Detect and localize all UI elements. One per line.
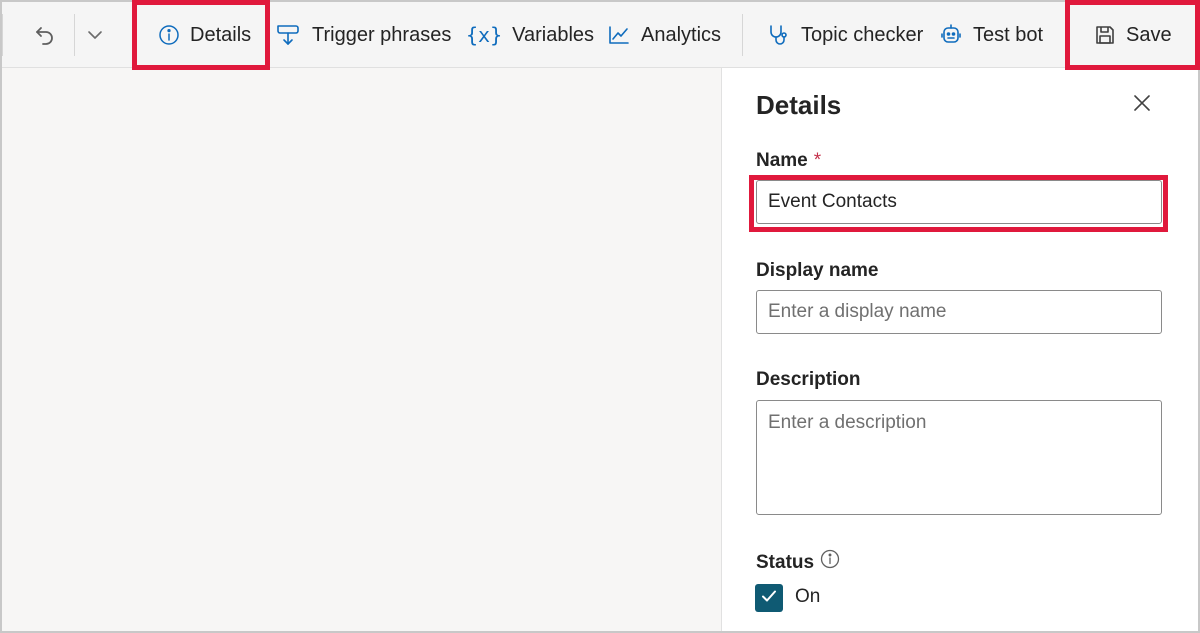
panel-title: Details bbox=[756, 90, 842, 120]
required-indicator: * bbox=[813, 150, 822, 171]
toolbar-divider bbox=[742, 14, 743, 56]
test-bot-label: Test bot bbox=[973, 23, 1044, 46]
variables-label: Variables bbox=[512, 23, 595, 46]
toolbar: Details Trigger phrases {x} Variables An… bbox=[2, 2, 1198, 68]
toolbar-divider bbox=[74, 14, 75, 56]
save-icon bbox=[1094, 24, 1116, 46]
trigger-phrases-button[interactable]: Trigger phrases bbox=[274, 2, 451, 68]
status-label: Status bbox=[756, 552, 815, 573]
description-field[interactable] bbox=[756, 400, 1162, 515]
trigger-phrases-label: Trigger phrases bbox=[312, 23, 452, 46]
analytics-label: Analytics bbox=[641, 23, 722, 46]
variables-button[interactable]: {x} Variables bbox=[466, 2, 594, 68]
chevron-down-icon bbox=[86, 26, 104, 44]
display-name-field[interactable] bbox=[756, 290, 1162, 334]
details-button[interactable]: Details bbox=[158, 2, 251, 68]
info-icon bbox=[158, 24, 180, 46]
details-label: Details bbox=[190, 23, 252, 46]
undo-history-dropdown[interactable] bbox=[86, 2, 104, 68]
details-panel: Details Name* Display name Description S… bbox=[721, 68, 1198, 631]
name-label: Name * bbox=[756, 150, 822, 171]
topic-checker-label: Topic checker bbox=[801, 23, 924, 46]
stethoscope-icon bbox=[767, 23, 791, 47]
close-panel-button[interactable] bbox=[1127, 90, 1157, 120]
save-button[interactable]: Save bbox=[1094, 2, 1172, 68]
trigger-phrases-icon bbox=[274, 21, 302, 49]
display-name-label: Display name bbox=[756, 260, 879, 281]
topic-checker-button[interactable]: Topic checker bbox=[767, 2, 923, 68]
close-icon bbox=[1132, 93, 1152, 118]
toolbar-divider bbox=[2, 14, 3, 56]
analytics-icon bbox=[607, 24, 631, 46]
test-bot-button[interactable]: Test bot bbox=[939, 2, 1043, 68]
description-label: Description bbox=[756, 369, 861, 390]
status-checkbox[interactable] bbox=[755, 584, 783, 612]
undo-button[interactable] bbox=[34, 2, 56, 68]
status-value-label: On bbox=[795, 586, 821, 607]
bot-icon bbox=[939, 23, 963, 47]
status-info-icon[interactable] bbox=[820, 549, 840, 574]
analytics-button[interactable]: Analytics bbox=[607, 2, 721, 68]
undo-icon bbox=[34, 24, 56, 46]
checkmark-icon bbox=[760, 587, 778, 610]
variables-icon: {x} bbox=[466, 23, 503, 47]
name-field[interactable] bbox=[756, 180, 1162, 224]
save-label: Save bbox=[1126, 23, 1172, 46]
authoring-canvas[interactable] bbox=[2, 68, 721, 631]
